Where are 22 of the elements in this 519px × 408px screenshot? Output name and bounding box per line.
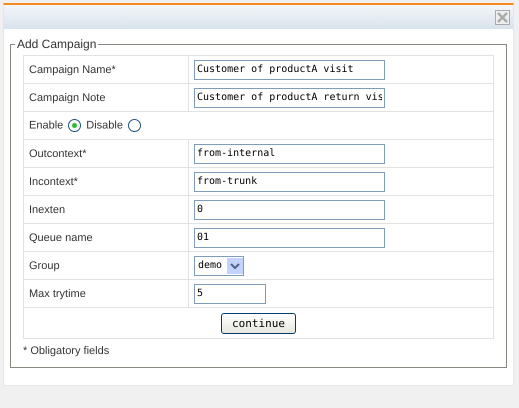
field-label: Incontext* [24, 168, 188, 196]
footnote: * Obligatory fields [23, 345, 110, 357]
input-field[interactable]: Customer of productA visit [194, 60, 385, 80]
field-label: Outcontext* [24, 140, 188, 168]
field-label: Inexten [24, 196, 188, 224]
input-field[interactable]: 5 [194, 284, 266, 304]
radio-label: Disable [86, 119, 123, 132]
input-field[interactable]: 0 [194, 200, 385, 220]
select-field[interactable]: demo [194, 256, 244, 276]
radio-button[interactable] [68, 119, 82, 132]
input-field[interactable]: from-trunk [194, 172, 385, 192]
legend: Add Campaign [15, 37, 98, 51]
field-label: Campaign Note [24, 84, 188, 112]
radio-label: Enable [29, 119, 64, 132]
field-label: Group [24, 252, 188, 280]
input-field[interactable]: from-internal [194, 144, 385, 164]
field-label: Queue name [24, 224, 188, 252]
continue-button[interactable]: continue [221, 312, 296, 334]
input-field[interactable]: 01 [194, 228, 385, 248]
field-label: Campaign Name* [24, 56, 188, 84]
radio-button[interactable] [128, 119, 141, 132]
field-label: Max trytime [24, 280, 188, 308]
